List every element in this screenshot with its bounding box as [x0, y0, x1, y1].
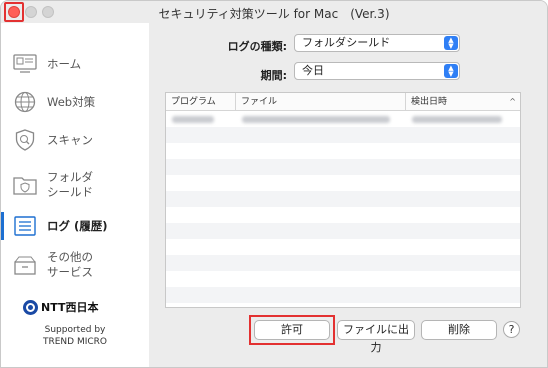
home-monitor-icon: [13, 52, 37, 76]
sidebar-item-label: その他の サービス: [47, 250, 93, 279]
table-row: [166, 255, 520, 271]
ntt-west-logo: NTT西日本: [23, 299, 98, 315]
table-row: [166, 207, 520, 223]
folder-shield-icon: [13, 173, 37, 197]
column-header-detected-at[interactable]: 検出日時 ^: [406, 93, 520, 111]
shield-scan-icon: [13, 128, 37, 152]
redacted-file: [242, 116, 390, 123]
table-row: [166, 143, 520, 159]
sidebar-item-log[interactable]: ログ (履歴): [1, 207, 149, 245]
table-row: [166, 127, 520, 143]
log-type-value: フォルダシールド: [302, 36, 391, 49]
log-type-label: ログの種類:: [227, 40, 287, 53]
globe-icon: [13, 90, 37, 114]
redacted-datetime: [412, 116, 502, 123]
table-row: [166, 191, 520, 207]
allow-button-highlight: [249, 315, 335, 345]
period-value: 今日: [302, 64, 324, 77]
chevron-up-down-icon: ▲ ▼: [444, 64, 458, 78]
redacted-program: [172, 116, 214, 123]
table-row: [166, 159, 520, 175]
sidebar-item-folder-shield[interactable]: フォルダ シールド: [1, 163, 149, 207]
services-icon: [13, 253, 37, 277]
supported-by-text: Supported by: [44, 325, 106, 335]
trend-micro-text: TREND MICRO: [42, 337, 107, 347]
export-to-file-button[interactable]: ファイルに出力: [337, 320, 415, 354]
chevron-up-down-icon: ▲ ▼: [444, 36, 458, 50]
log-table[interactable]: プログラム ファイル 検出日時 ^: [165, 92, 521, 308]
help-button[interactable]: ?: [503, 321, 520, 338]
period-label: 期間:: [260, 69, 287, 82]
sidebar-item-label: Web対策: [47, 94, 96, 109]
sort-ascending-icon: ^: [509, 97, 516, 106]
column-header-file[interactable]: ファイル: [236, 93, 406, 111]
sidebar-item-web[interactable]: Web対策: [1, 83, 149, 121]
period-select[interactable]: 今日 ▲ ▼: [294, 62, 460, 80]
window-title: セキュリティ対策ツール for Mac (Ver.3): [158, 7, 390, 21]
table-header: プログラム ファイル 検出日時 ^: [166, 93, 520, 111]
table-row: [166, 271, 520, 287]
sidebar-item-label: スキャン: [47, 132, 93, 147]
sidebar-item-label: ホーム: [47, 56, 82, 71]
sidebar-item-other-services[interactable]: その他の サービス: [1, 243, 149, 287]
table-row[interactable]: [166, 111, 520, 127]
ntt-logo-icon: [23, 299, 38, 315]
sidebar-item-scan[interactable]: スキャン: [1, 121, 149, 159]
log-type-select[interactable]: フォルダシールド ▲ ▼: [294, 34, 460, 52]
app-window: セキュリティ対策ツール for Mac (Ver.3) ホーム Web対策 スキ…: [0, 0, 548, 368]
title-bar: セキュリティ対策ツール for Mac (Ver.3): [1, 1, 547, 23]
table-row: [166, 223, 520, 239]
table-row: [166, 239, 520, 255]
sidebar-item-home[interactable]: ホーム: [1, 45, 149, 83]
table-row: [166, 175, 520, 191]
log-list-icon: [13, 214, 37, 238]
sidebar: ホーム Web対策 スキャン フォルダ シールド ログ (履歴) その他の サー…: [1, 23, 149, 367]
delete-button[interactable]: 削除: [421, 320, 497, 340]
sidebar-item-label: ログ (履歴): [47, 218, 108, 233]
column-header-label: 検出日時: [411, 97, 448, 107]
column-header-program[interactable]: プログラム: [166, 93, 236, 111]
sidebar-item-label: フォルダ シールド: [47, 170, 93, 199]
logo-text: NTT西日本: [41, 301, 99, 314]
table-row: [166, 287, 520, 303]
